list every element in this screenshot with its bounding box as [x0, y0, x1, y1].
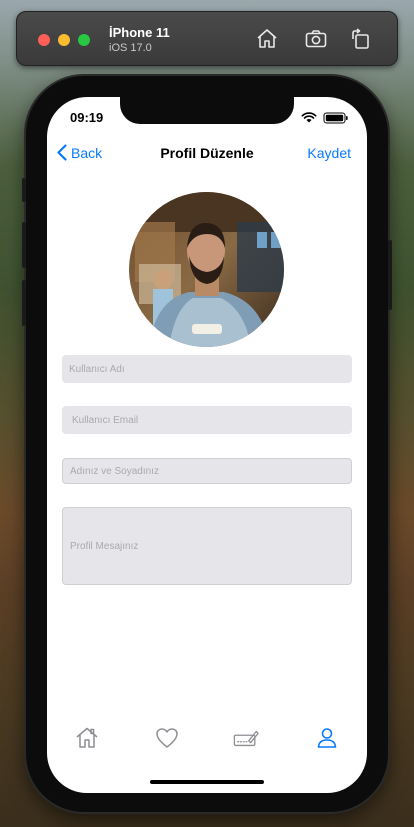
wifi-icon: [301, 112, 317, 123]
save-button[interactable]: Kaydet: [307, 145, 351, 161]
profile-message-field[interactable]: Profil Mesajınız: [62, 507, 352, 585]
profile-avatar[interactable]: [129, 192, 284, 347]
home-indicator[interactable]: [150, 780, 264, 784]
home-icon: [76, 727, 98, 748]
notch: [120, 97, 294, 124]
battery-icon: [323, 112, 348, 124]
close-window-button[interactable]: [38, 34, 50, 46]
email-placeholder: Kullanıcı Email: [72, 414, 139, 426]
app-screen: 09:19 Back Profil Düzenle Kaydet Kullanı…: [47, 97, 367, 793]
username-placeholder: Kullanıcı Adı: [69, 363, 125, 375]
status-icons: [295, 111, 353, 124]
tab-profile[interactable]: [314, 725, 340, 751]
minimize-window-button[interactable]: [58, 34, 70, 46]
username-field[interactable]: Kullanıcı Adı: [62, 355, 352, 383]
device-name: İPhone 11: [109, 25, 170, 40]
email-field[interactable]: Kullanıcı Email: [62, 406, 352, 434]
volume-up-button: [22, 222, 26, 268]
volume-down-button: [22, 280, 26, 326]
fullname-placeholder: Adınız ve Soyadınız: [70, 465, 159, 477]
zoom-window-button[interactable]: [78, 34, 90, 46]
status-time: 09:19: [70, 110, 104, 125]
os-version: iOS 17.0: [109, 42, 152, 54]
fullname-field[interactable]: Adınız ve Soyadınız: [62, 458, 352, 484]
tab-bar: [47, 725, 367, 761]
screenshot-icon[interactable]: [304, 27, 328, 51]
power-button: [388, 240, 392, 310]
home-icon[interactable]: [255, 27, 279, 51]
simulator-toolbar: İPhone 11 iOS 17.0: [16, 11, 398, 66]
heart-icon: [156, 728, 178, 748]
tab-favorites[interactable]: [154, 725, 180, 751]
mute-switch: [22, 178, 26, 202]
signature-icon: [233, 730, 259, 747]
profile-message-placeholder: Profil Mesajınız: [70, 540, 139, 552]
person-icon: [317, 728, 337, 748]
tab-home[interactable]: [74, 725, 100, 751]
tab-signature[interactable]: [233, 725, 261, 751]
rotate-icon[interactable]: [349, 27, 373, 51]
